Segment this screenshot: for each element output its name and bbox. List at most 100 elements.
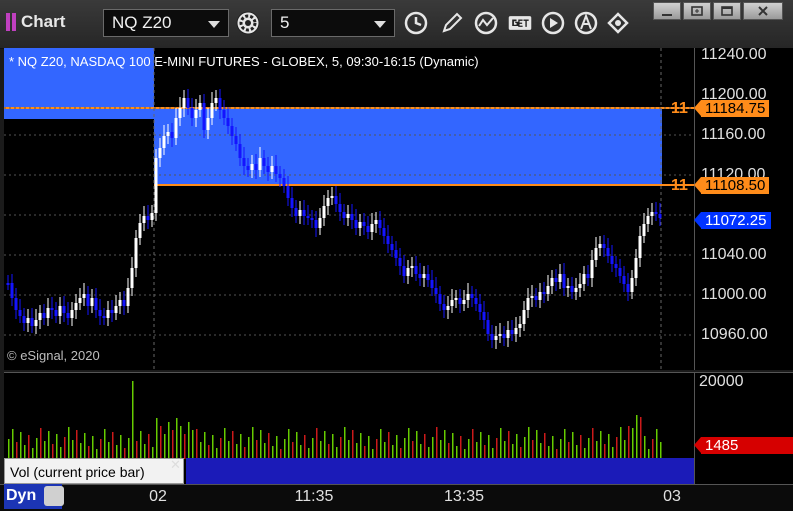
price-bar-body: [214, 98, 218, 103]
minimize-icon[interactable]: [653, 2, 681, 20]
volume-bar: [92, 436, 94, 459]
price-axis[interactable]: 11240.00 11200.00 11160.00 11120.00 1104…: [694, 46, 793, 370]
volume-bar: [532, 440, 534, 459]
price-bar-body: [470, 294, 474, 298]
price-chart-area[interactable]: * NQ Z20, NASDAQ 100 E-MINI FUTURES - GL…: [4, 48, 694, 370]
volume-bar: [596, 441, 598, 459]
volume-bar: [100, 439, 102, 459]
price-bar-body: [602, 244, 606, 248]
volume-bar: [120, 435, 122, 459]
price-bar-body: [554, 278, 558, 282]
price-bar-body: [50, 308, 54, 310]
price-bar-body: [626, 284, 630, 292]
get-data-icon[interactable]: [505, 10, 535, 36]
volume-bar: [44, 441, 46, 459]
volume-bar: [140, 431, 142, 459]
volume-bar: [580, 435, 582, 459]
volume-bar: [352, 430, 354, 459]
study-chart-icon[interactable]: [473, 10, 499, 36]
price-bar-body: [174, 118, 178, 138]
price-tick: 11240.00: [701, 46, 767, 63]
volume-bar: [176, 418, 178, 459]
price-bar-body: [210, 103, 214, 118]
price-bar-body: [434, 288, 438, 294]
price-bar-body: [654, 212, 658, 214]
draw-pencil-icon[interactable]: [439, 10, 465, 36]
close-icon[interactable]: ✕: [170, 457, 181, 473]
price-bar-body: [594, 248, 598, 260]
price-bar-body: [146, 216, 150, 220]
volume-bar: [156, 418, 158, 459]
volume-bar: [496, 438, 498, 459]
price-bar-body: [238, 144, 242, 158]
price-bar-body: [638, 236, 642, 258]
maximize-icon[interactable]: [713, 2, 741, 20]
price-bar-body: [26, 318, 30, 323]
price-bar-body: [290, 198, 294, 208]
volume-bar: [608, 434, 610, 459]
volume-bar: [320, 441, 322, 459]
volume-bar: [136, 441, 138, 459]
price-bar-body: [74, 303, 78, 310]
price-bar-body: [342, 212, 346, 218]
price-bar-body: [282, 178, 286, 186]
volume-bar: [416, 431, 418, 459]
price-bar-body: [514, 328, 518, 334]
price-bar-body: [490, 334, 494, 340]
price-bar-body: [590, 260, 594, 278]
auto-scale-icon[interactable]: [573, 10, 599, 36]
restore-icon[interactable]: [683, 2, 711, 20]
close-icon[interactable]: [743, 2, 783, 20]
volume-bar: [196, 429, 198, 459]
volume-bar: [552, 436, 554, 459]
price-bar-body: [634, 258, 638, 278]
price-bar-body: [218, 98, 222, 110]
volume-bar: [660, 442, 662, 459]
price-bar-body: [566, 286, 570, 288]
price-bar-body: [450, 300, 454, 306]
settings-gear-icon[interactable]: [235, 10, 261, 36]
volume-bar: [544, 433, 546, 459]
price-bar-body: [326, 198, 330, 206]
clock-icon[interactable]: [403, 10, 429, 36]
price-bar-body: [170, 132, 174, 138]
price-bar-body: [158, 148, 162, 158]
price-bar-body: [294, 208, 298, 216]
lock-icon[interactable]: [44, 486, 64, 506]
volume-bar: [640, 417, 642, 459]
volume-bar: [164, 434, 166, 459]
volume-panel-label[interactable]: Vol (current price bar): [4, 458, 184, 484]
volume-bar: [68, 427, 70, 459]
price-bar-body: [110, 310, 114, 313]
volume-bar: [300, 445, 302, 459]
price-bar-body: [494, 336, 498, 340]
volume-bar: [380, 429, 382, 459]
volume-bar: [392, 445, 394, 459]
volume-bar: [396, 435, 398, 459]
volume-bar: [328, 444, 330, 459]
price-bar-body: [354, 220, 358, 228]
price-bar-body: [530, 296, 534, 298]
price-bar-body: [150, 213, 154, 220]
volume-bar: [200, 442, 202, 459]
interval-combo[interactable]: 5: [271, 9, 395, 37]
last-price-marker: 11072.25: [694, 212, 771, 229]
volume-bar: [384, 442, 386, 459]
price-bar-body: [82, 294, 86, 298]
volume-bar: [316, 428, 318, 459]
volume-bar: [644, 436, 646, 459]
link-arrows-icon[interactable]: [605, 10, 631, 36]
volume-bar: [168, 422, 170, 459]
volume-bar: [488, 435, 490, 459]
price-bar-body: [558, 274, 562, 282]
price-bar-body: [254, 164, 258, 170]
price-bar-body: [86, 294, 90, 306]
volume-last-marker: 1485: [694, 437, 793, 454]
volume-axis[interactable]: 20000: [694, 372, 793, 484]
price-bar-body: [334, 196, 338, 204]
time-axis[interactable]: 02 11:35 13:35 03: [0, 484, 793, 511]
price-bar-body: [302, 210, 306, 216]
play-icon[interactable]: [540, 10, 566, 36]
price-bar-body: [246, 166, 250, 170]
symbol-combo[interactable]: NQ Z20: [103, 9, 229, 37]
